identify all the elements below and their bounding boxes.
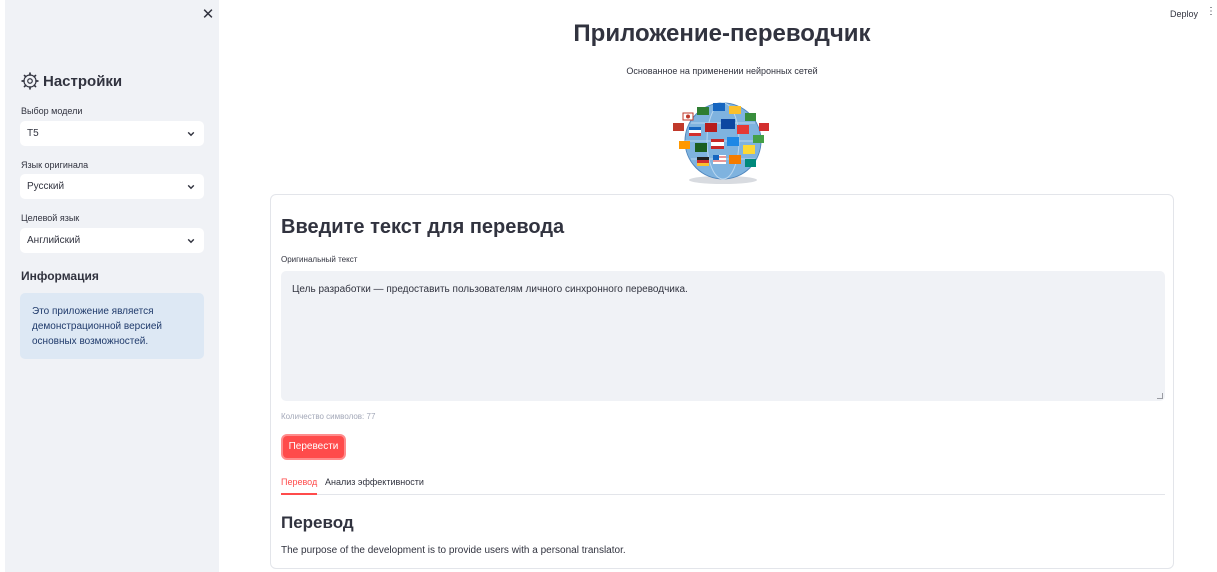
model-select[interactable]: T5 — [20, 121, 204, 146]
sidebar-title: Настройки — [21, 72, 122, 90]
gear-icon — [21, 72, 39, 90]
sidebar: ✕ Настройки Выбор модели T5 Язык оригина… — [5, 0, 219, 572]
char-count: Количество символов: 77 — [281, 412, 376, 421]
result-heading: Перевод — [281, 513, 354, 532]
info-box: Это приложение является демонстрационной… — [20, 293, 204, 359]
model-select-value: T5 — [27, 128, 39, 139]
card-title: Введите текст для перевода — [281, 216, 565, 238]
result-text: The purpose of the development is to pro… — [281, 545, 626, 556]
translation-card: Введите текст для перевода Оригинальный … — [270, 194, 1174, 569]
tab-efficiency-analysis[interactable]: Анализ эффективности — [325, 477, 424, 495]
target-lang-select[interactable]: Английский — [20, 228, 204, 253]
page-title: Приложение-переводчик — [573, 20, 871, 47]
translate-button[interactable]: Перевести — [281, 434, 346, 460]
source-lang-value: Русский — [27, 181, 65, 192]
chevron-down-icon — [187, 238, 195, 244]
close-icon[interactable]: ✕ — [199, 6, 217, 24]
deploy-button[interactable]: Deploy — [1170, 9, 1198, 19]
globe-flags-image — [673, 102, 769, 184]
tab-bar: Перевод Анализ эффективности — [281, 477, 1165, 495]
source-text-input[interactable]: Цель разработки — предоставить пользоват… — [281, 271, 1165, 401]
sidebar-title-text: Настройки — [43, 72, 123, 90]
resize-handle-icon[interactable] — [1157, 393, 1163, 399]
target-lang-value: Английский — [27, 235, 81, 246]
source-lang-select[interactable]: Русский — [20, 174, 204, 199]
source-lang-label: Язык оригинала — [21, 160, 89, 170]
target-lang-label: Целевой язык — [21, 213, 80, 223]
model-label: Выбор модели — [21, 106, 83, 116]
page-subtitle: Основанное на применении нейронных сетей — [626, 66, 818, 76]
input-label: Оригинальный текст — [281, 255, 358, 264]
tab-translation[interactable]: Перевод — [281, 477, 318, 495]
chevron-down-icon — [187, 131, 195, 137]
vertical-dots-icon[interactable]: ⋮ — [1206, 7, 1216, 17]
info-heading: Информация — [21, 269, 99, 283]
chevron-down-icon — [187, 184, 195, 190]
